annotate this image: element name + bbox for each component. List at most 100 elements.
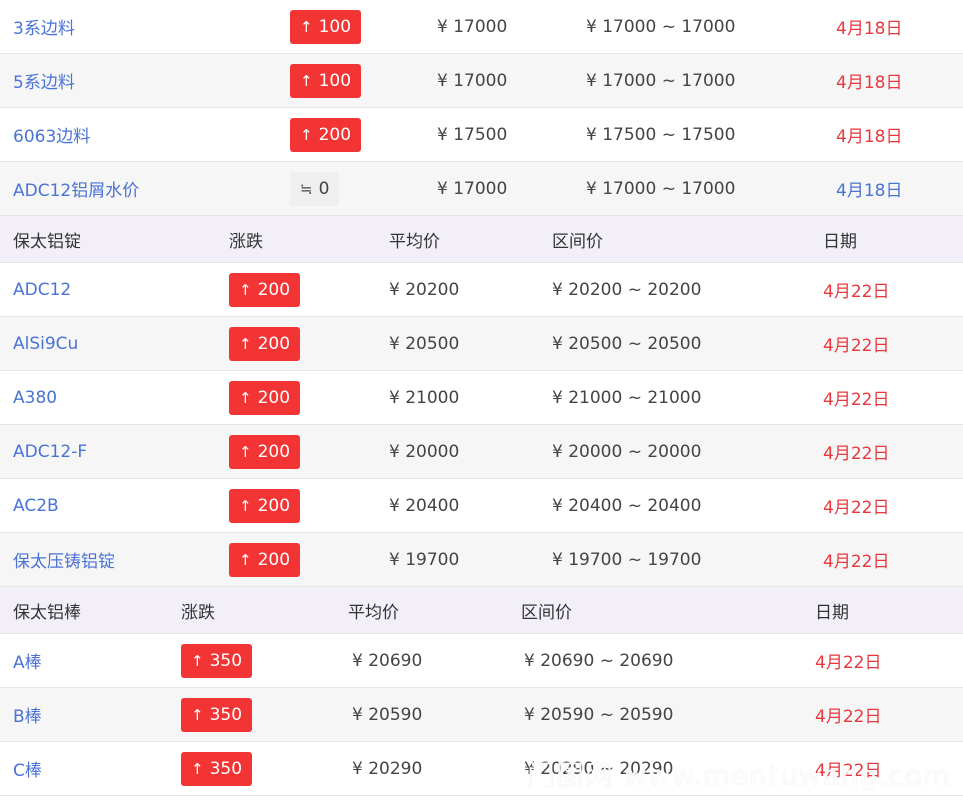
- date: 4月22日: [823, 390, 890, 410]
- table-row: AC2B ↑ 200 ¥ 20400 ¥ 20400 ~ 20400 4月22日: [0, 479, 963, 533]
- change-cell: ↑ 200: [229, 371, 301, 424]
- product-name-link[interactable]: 5系边料: [13, 54, 75, 107]
- change-value: 200: [318, 124, 352, 145]
- avg-price: ¥ 17500: [437, 124, 508, 145]
- date: 4月22日: [823, 336, 890, 356]
- table-row: 保太压铸铝锭 ↑ 200 ¥ 19700 ¥ 19700 ~ 19700 4月22…: [0, 533, 963, 587]
- arrow-up-icon: ↑: [191, 651, 204, 670]
- change-value: 350: [209, 758, 243, 779]
- price-range: ¥ 20000 ~ 20000: [552, 441, 702, 462]
- change-value: 200: [257, 387, 291, 408]
- price-range: ¥ 20400 ~ 20400: [552, 495, 702, 516]
- change-cell: ↑ 200: [290, 108, 362, 161]
- change-badge-up: ↑ 100: [290, 9, 362, 44]
- date: 4月22日: [823, 444, 890, 464]
- header-date: 日期: [815, 602, 849, 623]
- arrow-up-icon: ↑: [191, 759, 204, 778]
- header-avg: 平均价: [348, 602, 399, 623]
- price-range: ¥ 17500 ~ 17500: [586, 124, 736, 145]
- price-range: ¥ 20500 ~ 20500: [552, 333, 702, 354]
- change-badge-up: ↑ 350: [181, 643, 253, 678]
- product-name-link[interactable]: A棒: [13, 634, 42, 687]
- header-change: 涨跌: [181, 602, 215, 623]
- site-watermark: 门图网 www.mentuwang.com: [526, 759, 951, 792]
- header-avg: 平均价: [389, 231, 440, 252]
- change-badge-up: ↑ 200: [229, 542, 301, 577]
- table-row: A380 ↑ 200 ¥ 21000 ¥ 21000 ~ 21000 4月22日: [0, 371, 963, 425]
- change-cell: ↑ 200: [229, 317, 301, 370]
- product-name-link[interactable]: B棒: [13, 688, 42, 741]
- product-name-link[interactable]: 3系边料: [13, 0, 75, 53]
- header-name: 保太铝锭: [13, 231, 81, 252]
- change-value: 200: [257, 333, 291, 354]
- change-badge-up: ↑ 200: [229, 488, 301, 523]
- table-header: 保太铝锭 涨跌 平均价 区间价 日期: [0, 216, 963, 263]
- price-range: ¥ 17000 ~ 17000: [586, 16, 736, 37]
- price-range: ¥ 20590 ~ 20590: [524, 704, 674, 725]
- arrow-up-icon: ↑: [239, 550, 252, 569]
- table-row: B棒 ↑ 350 ¥ 20590 ¥ 20590 ~ 20590 4月22日: [0, 688, 963, 742]
- avg-price: ¥ 20590: [352, 704, 423, 725]
- change-badge-up: ↑ 200: [229, 272, 301, 307]
- change-cell: ↑ 200: [229, 533, 301, 586]
- arrow-up-icon: ↑: [239, 280, 252, 299]
- arrow-up-icon: ↑: [191, 705, 204, 724]
- date: 4月22日: [815, 653, 882, 673]
- price-range: ¥ 20690 ~ 20690: [524, 650, 674, 671]
- arrow-up-icon: ↑: [239, 334, 252, 353]
- table-header: 保太铝棒 涨跌 平均价 区间价 日期: [0, 587, 963, 634]
- table-row: ADC12铝屑水价 ≒ 0 ¥ 17000 ¥ 17000 ~ 17000 4月1…: [0, 162, 963, 216]
- change-cell: ↑ 100: [290, 54, 362, 107]
- date: 4月22日: [823, 552, 890, 572]
- avg-price: ¥ 17000: [437, 178, 508, 199]
- date: 4月22日: [823, 282, 890, 302]
- change-cell: ↑ 350: [181, 688, 253, 741]
- avg-price: ¥ 19700: [389, 549, 460, 570]
- table-row: A棒 ↑ 350 ¥ 20690 ¥ 20690 ~ 20690 4月22日: [0, 634, 963, 688]
- avg-price: ¥ 17000: [437, 16, 508, 37]
- table-row: AlSi9Cu ↑ 200 ¥ 20500 ¥ 20500 ~ 20500 4月2…: [0, 317, 963, 371]
- change-value: 100: [318, 70, 352, 91]
- price-range: ¥ 19700 ~ 19700: [552, 549, 702, 570]
- product-name-link[interactable]: ADC12: [13, 263, 71, 316]
- change-cell: ↑ 350: [181, 742, 253, 795]
- header-name: 保太铝棒: [13, 602, 81, 623]
- change-badge-up: ↑ 200: [229, 380, 301, 415]
- change-badge-up: ↑ 100: [290, 63, 362, 98]
- change-value: 200: [257, 441, 291, 462]
- date: 4月18日: [836, 19, 903, 39]
- table-row: ADC12-F ↑ 200 ¥ 20000 ¥ 20000 ~ 20000 4月2…: [0, 425, 963, 479]
- change-badge-up: ↑ 350: [181, 697, 253, 732]
- price-range: ¥ 17000 ~ 17000: [586, 70, 736, 91]
- avg-price: ¥ 20500: [389, 333, 460, 354]
- avg-price: ¥ 17000: [437, 70, 508, 91]
- product-name-link[interactable]: AC2B: [13, 479, 59, 532]
- arrow-up-icon: ↑: [239, 442, 252, 461]
- change-badge-up: ↑ 200: [229, 326, 301, 361]
- change-cell: ↑ 350: [181, 634, 253, 687]
- change-badge-up: ↑ 350: [181, 751, 253, 786]
- price-range: ¥ 17000 ~ 17000: [586, 178, 736, 199]
- avg-price: ¥ 20290: [352, 758, 423, 779]
- change-badge-up: ↑ 200: [229, 434, 301, 469]
- header-change: 涨跌: [229, 231, 263, 252]
- product-name-link[interactable]: ADC12-F: [13, 425, 87, 478]
- change-cell: ≒ 0: [290, 162, 340, 215]
- date: 4月22日: [815, 707, 882, 727]
- change-badge-flat: ≒ 0: [290, 171, 340, 206]
- product-name-link[interactable]: C棒: [13, 742, 42, 795]
- product-name-link[interactable]: 6063边料: [13, 108, 90, 161]
- header-range: 区间价: [521, 602, 572, 623]
- flat-trend-icon: ≒: [300, 179, 313, 198]
- change-cell: ↑ 200: [229, 425, 301, 478]
- product-name-link[interactable]: AlSi9Cu: [13, 317, 78, 370]
- avg-price: ¥ 20000: [389, 441, 460, 462]
- avg-price: ¥ 20200: [389, 279, 460, 300]
- change-value: 350: [209, 650, 243, 671]
- change-value: 200: [257, 279, 291, 300]
- product-name-link[interactable]: A380: [13, 371, 57, 424]
- product-name-link[interactable]: 保太压铸铝锭: [13, 533, 115, 586]
- product-name-link[interactable]: ADC12铝屑水价: [13, 162, 139, 215]
- price-range: ¥ 21000 ~ 21000: [552, 387, 702, 408]
- table-row: ADC12 ↑ 200 ¥ 20200 ¥ 20200 ~ 20200 4月22日: [0, 263, 963, 317]
